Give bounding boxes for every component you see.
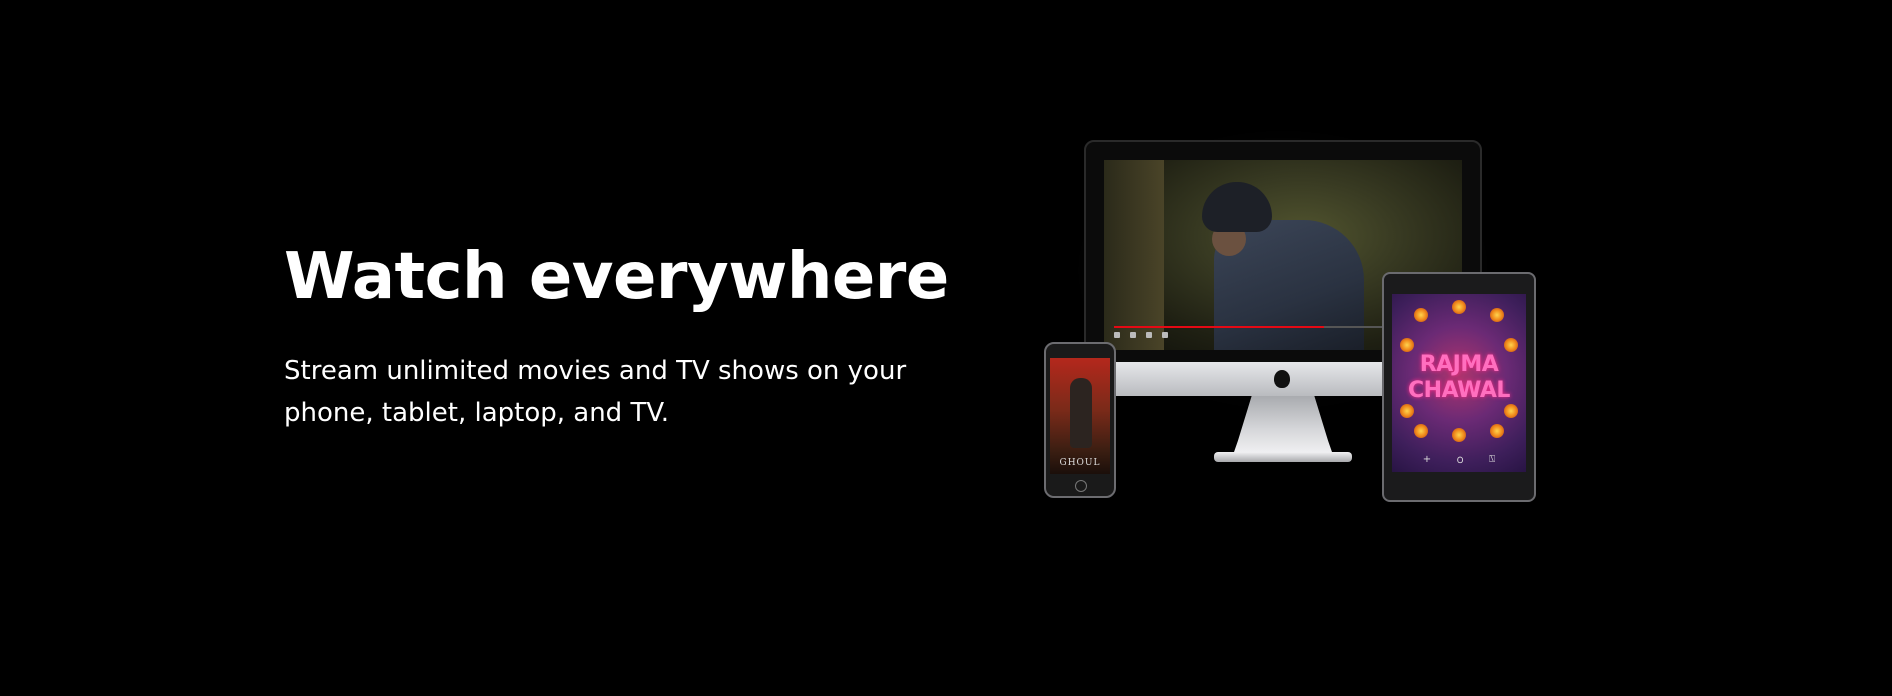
phone-icon: GHOUL	[1044, 342, 1116, 498]
rewind-icon	[1130, 332, 1136, 338]
imac-base	[1214, 452, 1352, 462]
like-icon: ౦	[1456, 455, 1464, 466]
diya-lamp	[1490, 308, 1504, 322]
add-icon: +	[1422, 454, 1432, 465]
watch-everywhere-section: Watch everywhere Stream unlimited movies…	[0, 0, 1892, 696]
tablet-screen: RAJMA CHAWAL + ౦ ⍂	[1392, 294, 1526, 472]
tablet-poster-title: RAJMA CHAWAL	[1392, 352, 1526, 404]
tablet-title-line-2: CHAWAL	[1408, 378, 1510, 403]
tablet-action-icons: + ౦ ⍂	[1392, 454, 1526, 468]
diya-lamp	[1490, 424, 1504, 438]
diya-lamp	[1400, 338, 1414, 352]
devices-illustration: GHOUL RAJMA CHAWAL + ౦ ⍂	[1030, 128, 1560, 510]
section-description: Stream unlimited movies and TV shows on …	[284, 356, 907, 428]
diya-lamp	[1504, 404, 1518, 418]
phone-home-button	[1075, 480, 1087, 492]
playback-progress-fill	[1114, 326, 1324, 328]
play-icon	[1114, 332, 1120, 338]
phone-poster-title: GHOUL	[1059, 458, 1101, 468]
tablet-title-line-1: RAJMA	[1419, 352, 1499, 377]
download-icon: ⍂	[1489, 454, 1496, 465]
section-title: Watch everywhere	[284, 240, 949, 314]
poster-figure	[1070, 378, 1092, 448]
diya-lamp	[1452, 300, 1466, 314]
diya-lamp	[1414, 424, 1428, 438]
diya-lamp	[1504, 338, 1518, 352]
tablet-icon: RAJMA CHAWAL + ౦ ⍂	[1382, 272, 1536, 502]
text-block: Watch everywhere Stream unlimited movies…	[284, 238, 984, 434]
diya-lamp	[1414, 308, 1428, 322]
apple-logo-icon	[1274, 370, 1290, 388]
scene-door	[1104, 160, 1164, 350]
diya-lamp	[1400, 404, 1414, 418]
diya-lamp	[1452, 428, 1466, 442]
volume-icon	[1162, 332, 1168, 338]
forward-icon	[1146, 332, 1152, 338]
phone-screen: GHOUL	[1050, 358, 1110, 474]
